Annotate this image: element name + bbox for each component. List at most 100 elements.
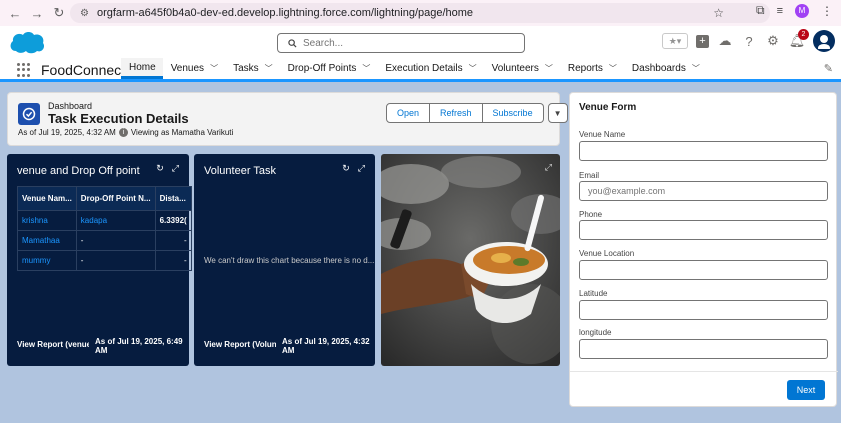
venue-name-input[interactable] (579, 141, 828, 161)
favorites-star-icon[interactable]: ★▾ (662, 33, 688, 49)
back-icon[interactable]: ← (4, 2, 26, 24)
site-info-icon[interactable]: ⚙ (80, 8, 89, 19)
search-icon (288, 38, 297, 48)
nav-tab-home[interactable]: Home (121, 58, 163, 79)
chevron-down-icon[interactable]: ﹀ (609, 63, 617, 74)
nav-tab-drop-off-points[interactable]: Drop-Off Points ﹀ (280, 58, 378, 79)
expand-icon[interactable]: ⤢ (545, 162, 552, 173)
nav-tab-dashboards[interactable]: Dashboards ﹀ (624, 58, 707, 79)
user-icon (818, 35, 830, 49)
nav-tab-tasks[interactable]: Tasks ﹀ (225, 58, 280, 79)
distance-cell: - (154, 250, 192, 271)
venue-link[interactable]: Mamathaa (17, 230, 77, 251)
nav-tab-label: Tasks (233, 63, 259, 74)
app-launcher-icon[interactable] (17, 63, 31, 77)
refresh-button[interactable]: Refresh (430, 103, 483, 123)
chevron-down-icon[interactable]: ﹀ (469, 63, 477, 74)
chevron-down-icon[interactable]: ﹀ (210, 63, 218, 74)
app-navigation: FoodConnect Home Venues ﹀ Tasks ﹀ Drop-Off… (0, 58, 841, 82)
view-report-link[interactable]: View Report (venue ... (17, 340, 89, 349)
bookmark-star-icon[interactable]: ☆ (713, 6, 724, 20)
phone-input[interactable] (579, 220, 828, 240)
email-input[interactable]: you@example.com (579, 181, 828, 201)
more-actions-chevron-icon[interactable]: ▼ (547, 103, 568, 123)
refresh-icon[interactable]: ↻ (156, 163, 164, 174)
user-avatar[interactable] (813, 30, 835, 52)
dropoff-link[interactable]: kadapa (75, 210, 156, 231)
view-report-link[interactable]: View Report (Volunt... (204, 340, 276, 349)
search-placeholder: Search... (303, 37, 344, 49)
address-bar[interactable]: ⚙ orgfarm-a645f0b4a0-dev-ed.develop.ligh… (70, 3, 770, 23)
notification-bell-icon[interactable]: 🔔︎ 2 (789, 29, 809, 49)
venue-link[interactable]: krishna (17, 210, 77, 231)
extensions-icon[interactable]: ⧉ (756, 3, 765, 18)
column-header[interactable]: Dista... (154, 186, 192, 211)
add-icon[interactable]: + (696, 34, 709, 48)
help-icon[interactable]: ? (741, 33, 757, 49)
salesforce-logo[interactable] (8, 29, 46, 55)
nav-tab-label: Home (129, 61, 156, 73)
venue-link[interactable]: mummy (17, 250, 77, 271)
no-data-message: We can't draw this chart because there i… (204, 256, 375, 265)
chevron-down-icon[interactable]: ﹀ (265, 63, 273, 74)
chevron-down-icon[interactable]: ﹀ (545, 63, 553, 74)
widget-timestamp: As of Jul 19, 2025, 6:49 AM (95, 337, 183, 355)
expand-icon[interactable]: ⤢ (358, 163, 365, 174)
nav-tab-execution-details[interactable]: Execution Details ﹀ (377, 58, 483, 79)
subscribe-button[interactable]: Subscribe (482, 103, 544, 123)
form-title: Venue Form (579, 102, 637, 113)
column-header[interactable]: Venue Nam... (17, 186, 77, 211)
refresh-icon[interactable]: ↻ (342, 163, 350, 174)
menu-kebab-icon[interactable]: ⋮ (821, 4, 833, 18)
venue-table: Venue Nam... Drop-Off Point N... Dista..… (17, 186, 192, 271)
dashboard-viewing-as: Viewing as Mamatha Varikuti (130, 128, 234, 137)
nav-tab-reports[interactable]: Reports ﹀ (560, 58, 624, 79)
profile-avatar[interactable]: M (795, 3, 809, 18)
global-header: Search... ★▾ + ☁ ? ⚙ 🔔︎ 2 (0, 26, 841, 58)
open-button[interactable]: Open (386, 103, 431, 123)
notification-badge: 2 (798, 29, 809, 40)
venue-location-input[interactable] (579, 260, 828, 280)
nav-tab-label: Venues (170, 63, 205, 74)
dashboard-header: Dashboard Task Execution Details As of J… (7, 92, 568, 146)
dropoff-cell: - (75, 250, 156, 271)
email-label: Email (579, 171, 600, 180)
latitude-input[interactable] (579, 300, 828, 320)
hand-holding-bowl-image (381, 154, 560, 366)
gear-icon[interactable]: ⚙ (765, 33, 781, 49)
venue-form: Venue Form Venue Name Email you@example.… (569, 92, 838, 407)
dashboard-type-label: Dashboard (48, 101, 93, 111)
chevron-down-icon[interactable]: ﹀ (362, 63, 370, 74)
widget-title: Volunteer Task (204, 165, 276, 177)
column-header[interactable]: Drop-Off Point N... (75, 186, 156, 211)
timestamp-line: As of Jul 19, 2025, 6:49 (95, 337, 183, 346)
nav-tab-venues[interactable]: Venues ﹀ (163, 58, 225, 79)
dashboard-meta: As of Jul 19, 2025, 4:32 AM i Viewing as… (18, 128, 233, 137)
table-header-row: Venue Nam... Drop-Off Point N... Dista..… (17, 186, 192, 211)
global-search-input[interactable]: Search... (277, 33, 525, 53)
food-donation-image: ⤢ (381, 154, 560, 366)
chevron-down-icon[interactable]: ﹀ (692, 63, 700, 74)
dashboard-as-of: As of Jul 19, 2025, 4:32 AM (18, 128, 116, 137)
longitude-input[interactable] (579, 339, 828, 359)
distance-cell: 6.3392( (154, 210, 192, 231)
trailhead-icon[interactable]: ☁ (717, 33, 733, 49)
widget-title: venue and Drop Off point (17, 165, 140, 177)
nav-tab-label: Volunteers (491, 63, 539, 74)
forward-icon[interactable]: → (26, 2, 48, 24)
url-text: orgfarm-a645f0b4a0-dev-ed.develop.lightn… (96, 7, 474, 19)
latitude-label: Latitude (579, 289, 608, 298)
expand-icon[interactable]: ⤢ (172, 163, 179, 174)
table-row: Mamathaa - - (17, 230, 192, 251)
info-icon[interactable]: i (118, 128, 128, 137)
venue-location-label: Venue Location (579, 249, 635, 258)
edit-nav-pencil-icon[interactable]: ✎ (824, 62, 833, 75)
table-row: mummy - - (17, 250, 192, 271)
nav-tab-label: Dashboards (631, 63, 686, 74)
next-button[interactable]: Next (787, 380, 825, 400)
reload-icon[interactable]: ↻ (48, 2, 70, 24)
tab-search-icon[interactable]: ≡ (777, 5, 783, 17)
table-row: krishna kadapa 6.3392( (17, 210, 192, 231)
nav-tab-volunteers[interactable]: Volunteers ﹀ (484, 58, 560, 79)
widget-footer: View Report (venue ... As of Jul 19, 202… (17, 337, 183, 355)
